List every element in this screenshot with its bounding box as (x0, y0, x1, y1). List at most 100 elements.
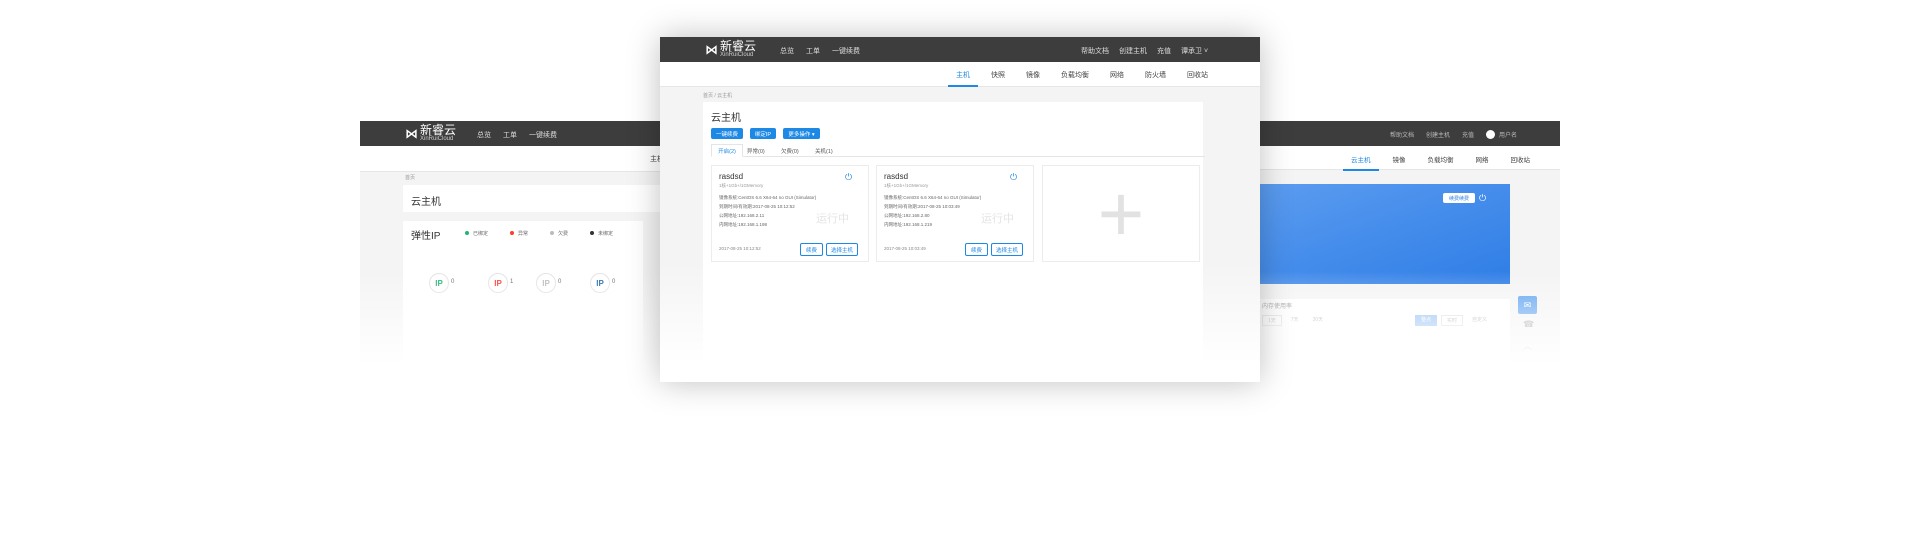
eip-legend: 已绑定 异常 欠费 未绑定 (465, 230, 613, 237)
logo-mark-icon: ⋈ (405, 126, 418, 141)
nav-overview[interactable]: 总览 (477, 130, 491, 140)
add-host-card[interactable]: + (1042, 165, 1200, 262)
page-title: 云主机 (411, 197, 441, 208)
banner-button[interactable]: 续费续费 (1443, 193, 1475, 203)
left-nav: 总览 工单 一键续费 (477, 130, 557, 140)
user-menu[interactable]: 用户名 (1486, 130, 1517, 139)
tab-image[interactable]: 镜像 (1393, 154, 1406, 164)
banner: 续费续费 ⏻ (1260, 184, 1510, 284)
power-icon[interactable]: ⏻ (1479, 193, 1486, 204)
tab-host[interactable]: 主机 (948, 70, 978, 87)
host-spec: 1核+1Gb+/1GMemory (719, 183, 764, 188)
mode-tab[interactable]: 自定义 (1467, 315, 1492, 326)
nav-recharge[interactable]: 充值 (1462, 130, 1474, 139)
renew-all-button[interactable]: 一键续费 (711, 128, 743, 139)
tab-shutdown[interactable]: 关机(1) (815, 147, 833, 155)
eip-title: 弹性IP (411, 231, 441, 242)
mode-tab[interactable]: 整点 (1415, 315, 1438, 326)
chart-mode-tabs: 整点 实时 自定义 (1415, 315, 1492, 326)
phone-icon[interactable]: ☎ (1523, 319, 1534, 330)
status-watermark: 运行中 (816, 213, 849, 225)
page-title: 云主机 (711, 113, 741, 124)
bind-ip-button[interactable]: 绑定IP (750, 128, 776, 139)
right-nav: 帮助文档 创建主机 充值 用户名 (1390, 130, 1517, 139)
nav-help[interactable]: 帮助文档 (1390, 130, 1414, 139)
host-date: 2017-08-25 10:03:49 (884, 246, 926, 251)
renew-button[interactable]: 续费 (800, 243, 823, 256)
tab-abnormal[interactable]: 异常(0) (747, 147, 765, 155)
nav-help[interactable]: 帮助文档 (1081, 46, 1109, 56)
chevron-down-icon: ˅ (1202, 48, 1209, 55)
center-logo: ⋈ 新睿云 XinRuiCloud (705, 39, 757, 58)
chart-panel: 内存使用率 1天 7天 30天 整点 实时 自定义 (1260, 299, 1510, 381)
center-subbar: 主机 快照 镜像 负载均衡 网络 防火墙 回收站 (660, 62, 1260, 87)
power-icon[interactable]: ⏻ (845, 172, 852, 183)
renew-button[interactable]: 续费 (965, 243, 988, 256)
float-contact-icon[interactable]: ✉ (1518, 296, 1537, 314)
host-details: 镜像系统:CentOS 6.6 X64-64 no GUI (Simulator… (719, 195, 817, 227)
user-menu[interactable]: 谭承卫 ˅ (1181, 46, 1208, 56)
legend-item: 欠费 (550, 230, 568, 237)
chevron-up-icon[interactable]: ︿ (1523, 339, 1532, 352)
nav-overview[interactable]: 总览 (780, 46, 794, 56)
nav-tickets[interactable]: 工单 (806, 46, 820, 56)
legend-item: 未绑定 (590, 230, 613, 237)
tab-running[interactable]: 开启(2) (711, 144, 743, 157)
more-actions-button[interactable]: 更多操作 ▾ (783, 128, 820, 139)
tab-network[interactable]: 网络 (1476, 154, 1489, 164)
ip-icon: IP (536, 273, 556, 293)
center-topbar: ⋈ 新睿云 XinRuiCloud 总览 工单 一键续费 帮助文档 创建主机 充… (660, 37, 1260, 62)
nav-recharge[interactable]: 充值 (1157, 46, 1171, 56)
ip-count: 0 (612, 279, 616, 285)
host-card[interactable]: rasdsd 1核+1Gb+/1GMemory ⏻ 镜像系统:CentOS 6.… (711, 165, 869, 262)
host-details: 镜像系统:CentOS 6.6 X64-64 no GUI (Simulator… (884, 195, 982, 227)
nav-tickets[interactable]: 工单 (503, 130, 517, 140)
avatar (1486, 130, 1496, 139)
nav-renew[interactable]: 一键续费 (832, 46, 860, 56)
ip-icon: IP (429, 273, 449, 293)
ip-icon: IP (590, 273, 610, 293)
tab-load-balance[interactable]: 负载均衡 (1061, 70, 1089, 80)
range-tab[interactable]: 30天 (1308, 315, 1329, 326)
tab-cloud-host[interactable]: 云主机 (1343, 154, 1378, 171)
host-date: 2017-08-25 10:12:52 (719, 246, 761, 251)
nav-renew[interactable]: 一键续费 (529, 130, 557, 140)
right-subnav: 云主机 镜像 负载均衡 网络 回收站 (1343, 154, 1531, 171)
eip-panel: 弹性IP 已绑定 异常 欠费 未绑定 IP 0 IP 1 IP 0 IP 0 (403, 221, 643, 381)
tab-network[interactable]: 网络 (1110, 70, 1124, 80)
ip-icon: IP (488, 273, 508, 293)
range-tab[interactable]: 1天 (1262, 315, 1282, 326)
ip-count: 0 (451, 279, 455, 285)
nav-create-host[interactable]: 创建主机 (1426, 130, 1450, 139)
select-host-button[interactable]: 选择主机 (826, 243, 858, 256)
tab-recycle[interactable]: 回收站 (1511, 154, 1531, 164)
status-watermark: 运行中 (981, 213, 1014, 225)
center-subnav: 主机 快照 镜像 负载均衡 网络 防火墙 回收站 (948, 70, 1208, 87)
title-panel: 云主机 (403, 185, 703, 212)
tab-recycle[interactable]: 回收站 (1187, 70, 1208, 80)
select-host-button[interactable]: 选择主机 (991, 243, 1023, 256)
host-card[interactable]: rasdsd 1核+1Gb+/1GMemory ⏻ 镜像系统:CentOS 6.… (876, 165, 1034, 262)
legend-item: 异常 (510, 230, 528, 237)
tab-overdue[interactable]: 欠费(0) (781, 147, 799, 155)
logo-mark-icon: ⋈ (705, 42, 718, 57)
left-logo: ⋈ 新睿云 XinRuiCloud (405, 123, 457, 142)
breadcrumb: 首页 (405, 175, 416, 181)
ip-count: 1 (510, 279, 514, 285)
chart-range-tabs: 1天 7天 30天 (1262, 315, 1328, 326)
host-spec: 1核+1Gb+/1GMemory (884, 183, 929, 188)
tab-load-balance[interactable]: 负载均衡 (1428, 154, 1454, 164)
status-tabs: 开启(2) 异常(0) 欠费(0) 关机(1) (711, 144, 1205, 157)
legend-item: 已绑定 (465, 230, 488, 237)
ip-count: 0 (558, 279, 562, 285)
mode-tab[interactable]: 实时 (1441, 315, 1464, 326)
center-nav: 总览 工单 一键续费 (780, 46, 860, 56)
host-panel: 云主机 一键续费 绑定IP 更多操作 ▾ 开启(2) 异常(0) 欠费(0) 关… (703, 102, 1205, 382)
tab-snapshot[interactable]: 快照 (991, 70, 1005, 80)
range-tab[interactable]: 7天 (1286, 315, 1304, 326)
center-screenshot: ⋈ 新睿云 XinRuiCloud 总览 工单 一键续费 帮助文档 创建主机 充… (660, 37, 1260, 382)
power-icon[interactable]: ⏻ (1010, 172, 1017, 183)
nav-create-host[interactable]: 创建主机 (1119, 46, 1147, 56)
tab-image[interactable]: 镜像 (1026, 70, 1040, 80)
tab-firewall[interactable]: 防火墙 (1145, 70, 1166, 80)
